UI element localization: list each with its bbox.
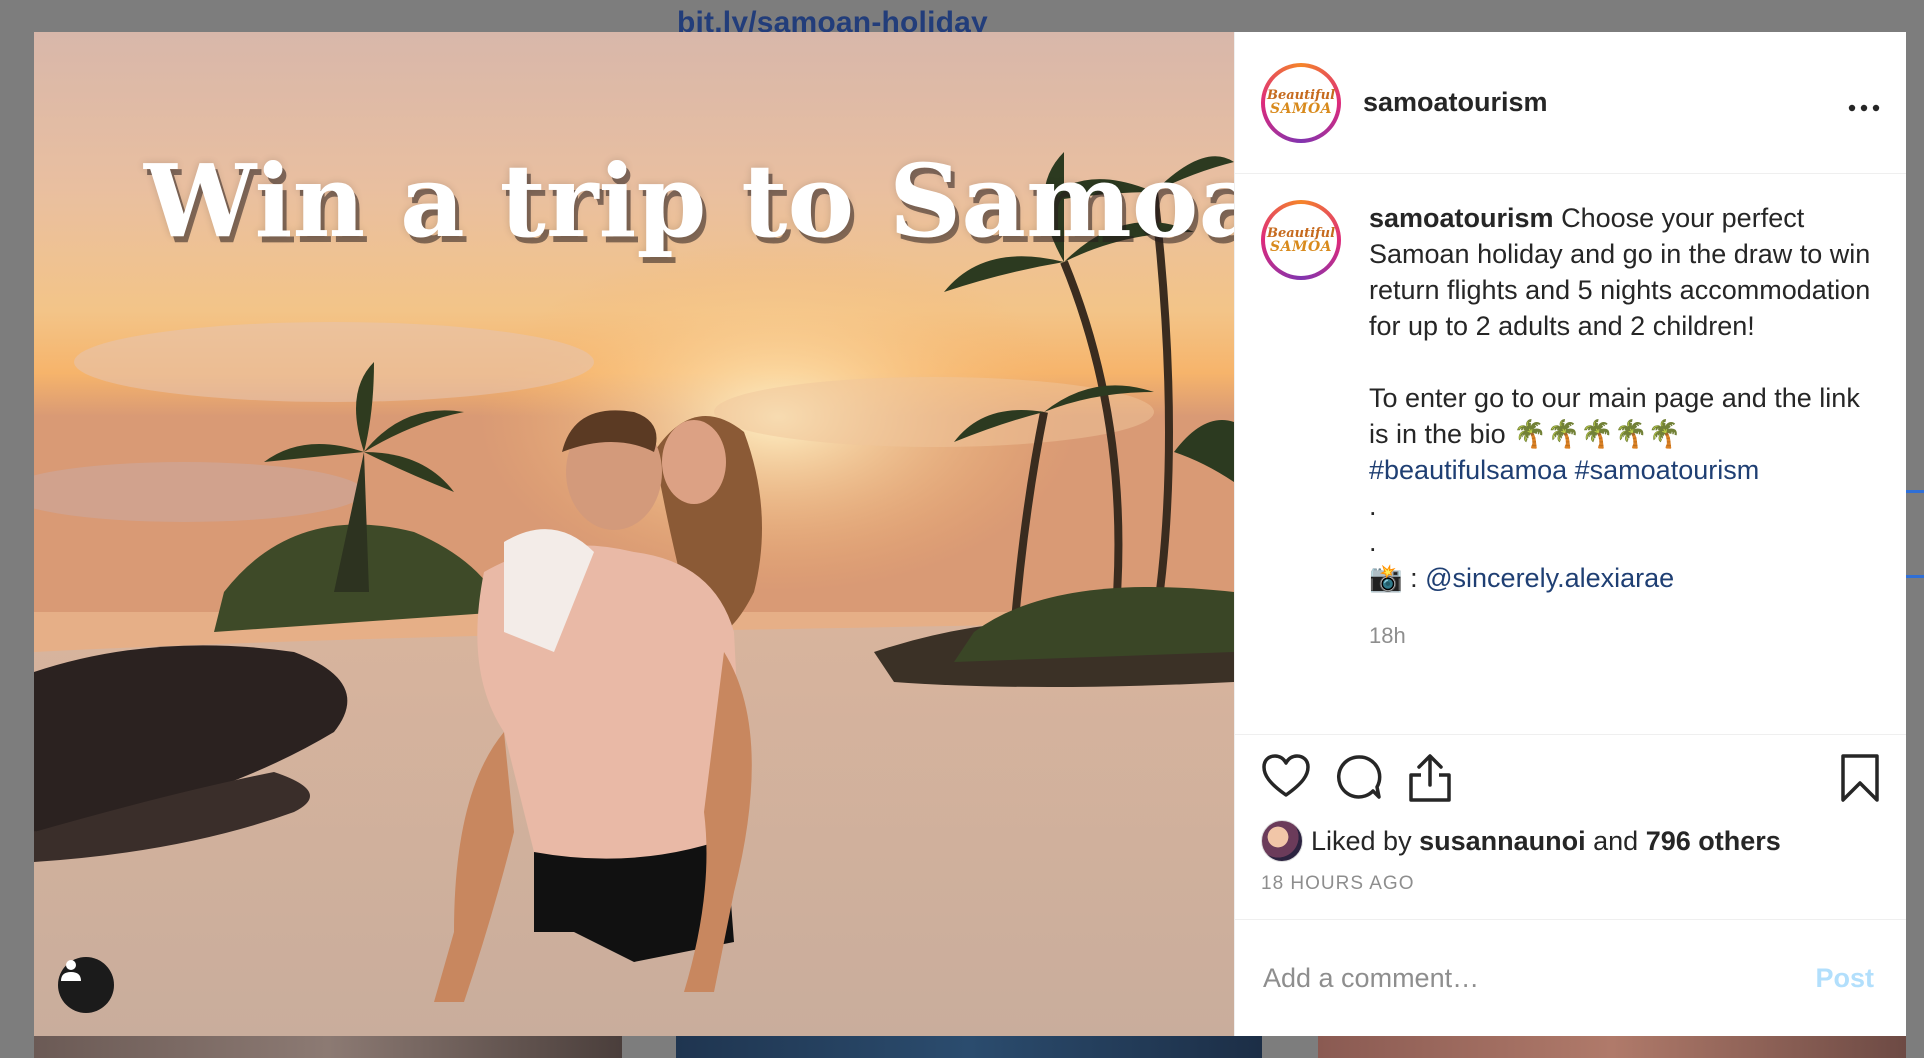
share-icon[interactable] [1407, 753, 1453, 803]
comment-icon[interactable] [1335, 753, 1383, 801]
avatar-logo: Beautiful SAMOA [1267, 69, 1335, 136]
background-scroll-indicator [1905, 490, 1924, 578]
heart-icon[interactable] [1261, 753, 1311, 799]
comment-input[interactable] [1261, 961, 1810, 995]
comment-form: Post [1235, 920, 1906, 1036]
likes-others-link[interactable]: 796 others [1646, 826, 1781, 857]
post-header: Beautiful SAMOA samoatourism [1235, 32, 1906, 174]
post-timestamp[interactable]: 18 HOURS AGO [1235, 861, 1906, 920]
caption-time: 18h [1369, 623, 1406, 648]
likes-and: and [1593, 825, 1639, 856]
caption-paragraph-2: To enter go to our main page and the lin… [1369, 383, 1860, 449]
caption-dot: . [1369, 527, 1377, 557]
likes-summary: Liked by susannaunoi and 796 others [1235, 820, 1906, 862]
caption-section: Beautiful SAMOA samoatourism Choose your… [1235, 174, 1906, 735]
photographer-mention[interactable]: @sincerely.alexiarae [1425, 563, 1674, 593]
avatar-logo: Beautiful SAMOA [1266, 207, 1336, 273]
more-horizontal-icon[interactable] [1848, 86, 1880, 120]
background-thumbnail [1318, 1034, 1906, 1058]
post-modal: Win a trip to Samoa! Beautiful SAMOA sam… [34, 32, 1906, 1036]
image-overlay-headline: Win a trip to Samoa! [144, 142, 1234, 260]
post-sidebar: Beautiful SAMOA samoatourism Beautiful S… [1234, 32, 1906, 1036]
bookmark-icon[interactable] [1840, 753, 1880, 803]
caption-dot: . [1369, 491, 1377, 521]
tagged-user-button[interactable] [58, 957, 114, 1013]
avatar-logo-line2: SAMOA [1269, 101, 1333, 117]
likes-prefix: Liked by [1311, 825, 1412, 856]
caption-username[interactable]: samoatourism [1369, 203, 1554, 233]
caption-hashtags[interactable]: #beautifulsamoa #samoatourism [1369, 452, 1879, 488]
caption-body: samoatourism Choose your perfect Samoan … [1369, 200, 1879, 734]
caption-avatar[interactable]: Beautiful SAMOA [1261, 200, 1341, 280]
action-bar [1235, 735, 1906, 821]
liker-username[interactable]: susannaunoi [1419, 826, 1586, 857]
liker-avatar[interactable] [1261, 820, 1303, 862]
header-username[interactable]: samoatourism [1363, 87, 1848, 118]
background-thumbnail [676, 1034, 1262, 1058]
post-comment-button[interactable]: Post [1809, 962, 1880, 995]
avatar-logo-line2: SAMOA [1269, 238, 1333, 255]
post-image: Win a trip to Samoa! [34, 32, 1234, 1036]
user-icon [61, 960, 81, 981]
avatar-logo-line1: Beautiful [1266, 225, 1336, 241]
background-thumbnail [34, 1034, 622, 1058]
profile-avatar[interactable]: Beautiful SAMOA [1261, 62, 1341, 143]
camera-emoji-label: 📸 : [1369, 563, 1426, 593]
